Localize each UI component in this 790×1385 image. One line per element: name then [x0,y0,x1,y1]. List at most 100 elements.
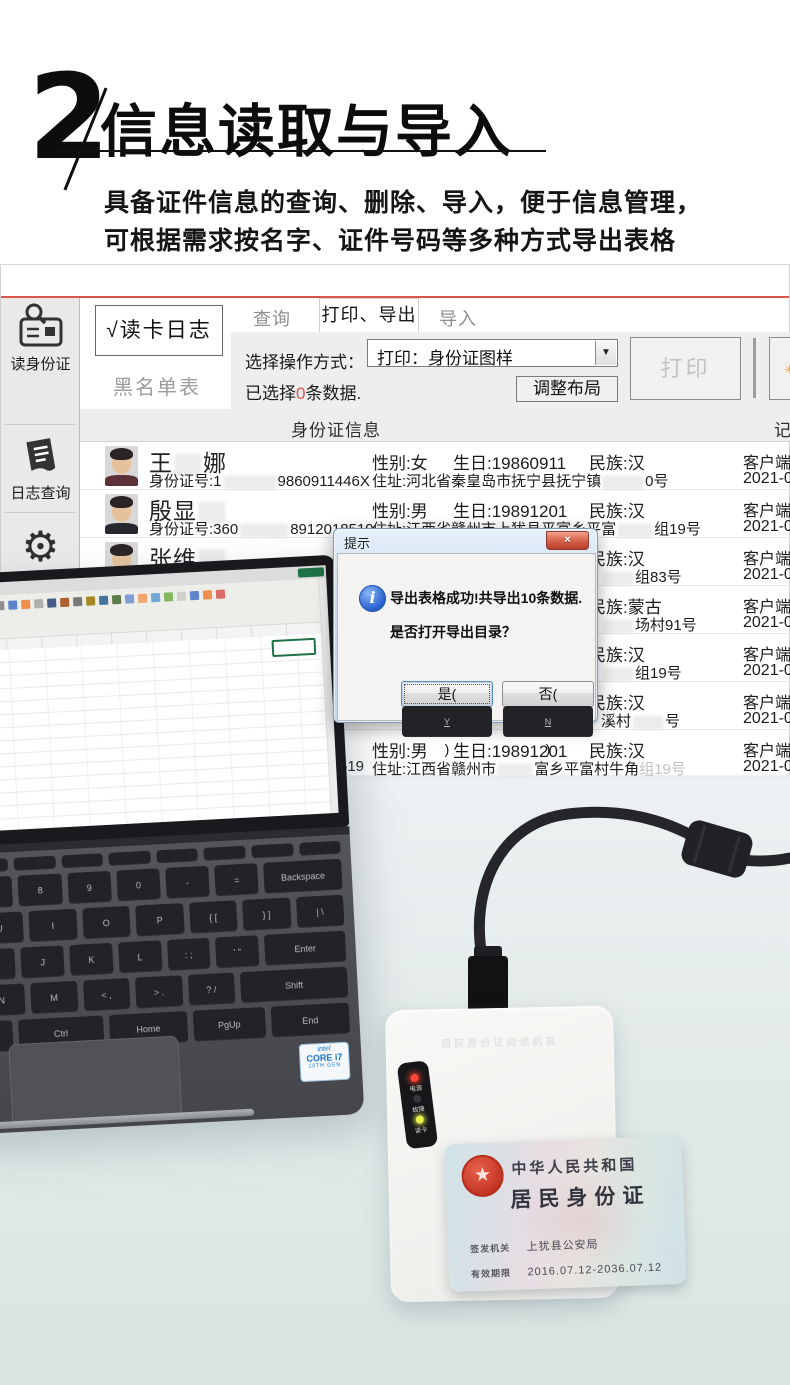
validity-label: 有效期限 [471,1268,511,1279]
keyboard-key: | \ [295,895,344,928]
ribbon-icon [47,598,56,607]
keyboard-key [109,851,151,866]
sticker-line2: 10TH GEN [301,1062,349,1071]
keyboard-key: Shift [240,967,348,1004]
table-header-title: 身份证信息 [291,416,381,441]
sidebar-item-read-id[interactable]: 读身份证 [1,303,80,374]
keyboard-key: U [0,912,24,945]
export-icon: ✳ [784,362,790,378]
keyboard-key [156,848,198,863]
section-number: 2 [28,58,110,176]
gear-icon: ⚙ [22,523,60,570]
keyboard-key: K [69,943,113,976]
laptop-keyboard: 67890-=BackspaceYUIOP{ [} ]| \GHJKL: ;' … [0,841,350,1056]
led-on-red [410,1074,419,1083]
ribbon-icon [151,593,160,602]
card-title: 居民身份证 [510,1179,651,1214]
dialog-body: i 导出表格成功!共导出10条数据. 是否打开导出目录？ 是(Y) 否(N) [337,553,596,721]
print-button[interactable]: 打印 [630,337,741,400]
keyboard-key [14,856,56,871]
page-title: 信息读取与导入 [100,86,513,168]
keyboard-key: Backspace [263,859,342,894]
card-country: 中华人民共和国 [511,1153,638,1178]
operation-mode-value: 打印：身份证图样 [377,344,513,369]
selected-suffix: 条数据. [305,384,361,403]
close-icon[interactable]: × [546,531,589,550]
ribbon-icon [177,592,186,601]
keyboard-key: : ; [167,938,211,971]
sidebar-divider [5,424,75,425]
dialog-message-line2: 是否打开导出目录？ [390,622,516,642]
yes-button[interactable]: 是(Y) [401,681,493,707]
laptop-keyboard-deck: 67890-=BackspaceYUIOP{ [} ]| \GHJKL: ;' … [0,826,364,1135]
cell-date: 2021-0 [743,566,790,584]
table-row[interactable]: 王娜性别:女生日:19860911民族:汉身份证号:19860911446X住址… [80,442,790,490]
ribbon-icon [0,601,5,610]
excel-grid [0,633,332,833]
ribbon-icon [203,590,212,599]
selected-count-text: 已选择0条数据. [245,379,361,404]
operation-mode-label: 选择操作方式： [245,348,364,373]
ribbon-icon [164,592,173,601]
cell-addr: 住址:河北省秦皇岛市抚宁县抚宁镇0号 [372,470,669,491]
keyboard-key: } ] [242,898,291,931]
log-search-icon [17,432,65,480]
laptop-screen [0,555,349,848]
sidebar-item-label: 日志查询 [1,482,80,503]
keyboard-key [0,858,8,873]
export-button-partial[interactable]: ✳ [769,337,790,400]
table-header: 身份证信息 记录 [80,409,790,442]
intel-core-i7-sticker: intel CORE i7 10TH GEN [299,1042,351,1083]
cell-addr2: 组19号 [601,662,682,683]
keyboard-key: M [30,981,78,1014]
cell-addr2: 溪村号 [601,710,680,731]
keyboard-key: H [0,948,16,981]
led-label: 故障 [411,1104,425,1115]
excel-logo-icon [298,567,324,577]
keyboard-key: < , [83,978,131,1011]
no-key: N [503,706,593,737]
ferrite-bead [679,818,755,880]
yes-post: ) [445,741,450,757]
yes-pre: 是( [438,686,457,702]
blacklist-button[interactable]: 黑名单表 [113,371,223,400]
ribbon-icon [86,596,95,605]
title-underline [57,150,546,152]
keyboard-key: 9 [67,871,112,904]
sidebar-item-log-query[interactable]: 日志查询 [1,432,80,503]
chevron-down-icon[interactable]: ▼ [595,341,616,365]
keyboard-key: 7 [0,876,13,909]
excel-screen [0,565,339,833]
keyboard-key [251,843,293,858]
keyboard-key: J [21,945,65,978]
cell-addr2: 组83号 [601,566,682,587]
ribbon-icon [60,598,69,607]
keyboard-key: - [165,866,210,899]
keyboard-key: N [0,984,26,1017]
ribbon-icon [8,600,17,609]
adjust-layout-button[interactable]: 调整布局 [516,376,618,402]
export-success-dialog: 提示 × i 导出表格成功!共导出10条数据. 是否打开导出目录？ 是(Y) 否… [333,528,598,723]
cell-date: 2021-0 [743,518,790,536]
tab-query[interactable]: 查询 [253,305,291,331]
description-line-1: 具备证件信息的查询、删除、导入，便于信息管理， [104,184,702,222]
no-button[interactable]: 否(N) [502,681,594,707]
led-label: 电源 [409,1084,423,1095]
ribbon-icon [112,595,121,604]
ribbon-icon [21,600,30,609]
tab-print-export[interactable]: 打印、导出 [319,298,419,332]
led-panel: 电源故障读卡 [397,1060,439,1149]
ribbon-icon [138,594,147,603]
page-description: 具备证件信息的查询、删除、导入，便于信息管理， 可根据需求按名字、证件号码等多种… [104,184,702,260]
cell-idno: 身份证号:19860911446X [149,470,370,491]
keyboard-key [61,853,103,868]
read-card-log-button[interactable]: √读卡日志 [95,305,223,356]
operation-panel: 选择操作方式： 打印：身份证图样 ▼ 已选择0条数据. 调整布局 打印 ✳ [231,332,790,409]
keyboard-key: = [214,863,259,896]
cell-date: 2021-0 [743,662,790,680]
operation-mode-select[interactable]: 打印：身份证图样 ▼ [367,339,618,367]
tab-import[interactable]: 导入 [439,305,477,331]
keyboard-key [204,846,246,861]
avatar [105,446,138,486]
laptop: 67890-=BackspaceYUIOP{ [} ]| \GHJKL: ;' … [0,555,364,1136]
